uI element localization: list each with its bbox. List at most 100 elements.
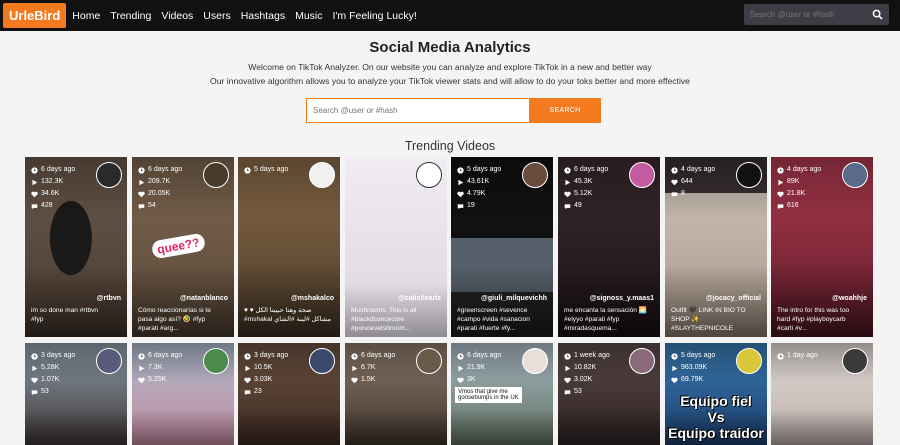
video-stats: 6 days ago 7.3K 5.25K: [138, 350, 182, 386]
author-avatar[interactable]: [736, 162, 762, 188]
video-card[interactable]: 6 days ago 6.7K 1.5K: [345, 343, 447, 445]
video-comment-count: 54: [148, 202, 156, 209]
nav-link-videos[interactable]: Videos: [161, 10, 193, 22]
author-avatar[interactable]: [629, 162, 655, 188]
author-avatar[interactable]: [416, 162, 442, 188]
video-stats: 6 days ago 132.3K 34.6K 428: [31, 164, 75, 212]
video-card[interactable]: 6 days ago 45.3K 5.12K 49 @signoss_y.maa…: [558, 157, 660, 337]
video-card[interactable]: 3 days ago 10.5K 3.03K 23: [238, 343, 340, 445]
video-play-count: 209.7K: [148, 178, 171, 185]
video-card[interactable]: 6 days ago 132.3K 34.6K 428 @rtbvn im so…: [25, 157, 127, 337]
nav-link-hashtags[interactable]: Hashtags: [241, 10, 285, 22]
clock-icon: [138, 352, 145, 360]
author-handle[interactable]: @calistleartz: [398, 295, 441, 302]
hero-search-input[interactable]: [306, 98, 529, 123]
video-stats: 1 week ago 10.82K 3.02K 53: [564, 350, 610, 398]
video-posted-time: 6 days ago: [148, 352, 183, 359]
author-avatar[interactable]: [522, 162, 548, 188]
nav-link-trending[interactable]: Trending: [110, 10, 151, 22]
video-play-count: 6.7K: [361, 364, 376, 371]
author-handle[interactable]: @woahhje: [832, 295, 867, 302]
author-avatar[interactable]: [309, 348, 335, 374]
author-avatar[interactable]: [842, 348, 868, 374]
clock-icon: [564, 166, 571, 174]
video-play-count: 963.09K: [681, 364, 708, 371]
author-handle[interactable]: @giuli_milquevichh: [481, 295, 547, 302]
video-stats: 1 day ago: [777, 350, 818, 362]
play-icon: [565, 365, 571, 371]
comment-icon: [671, 191, 678, 197]
heart-icon: [671, 179, 678, 185]
play-icon: [778, 179, 784, 185]
author-avatar[interactable]: [203, 162, 229, 188]
heart-icon: [671, 377, 678, 383]
author-avatar[interactable]: [416, 348, 442, 374]
video-card[interactable]: 5 days ago 43.61K 4.79K 19 @giuli_milque…: [451, 157, 553, 337]
video-posted-time: 6 days ago: [467, 352, 502, 359]
clock-icon: [671, 352, 678, 360]
video-card[interactable]: 4 days ago 644 8 @jocacy_official Outfit…: [665, 157, 767, 337]
heart-icon: [138, 191, 145, 197]
author-handle[interactable]: @mshakalco: [291, 295, 334, 302]
author-handle[interactable]: @jocacy_official: [706, 295, 761, 302]
heart-icon: [564, 191, 571, 197]
video-card[interactable]: 1 week ago 10.82K 3.02K 53: [558, 343, 660, 445]
video-like-count: 1.5K: [361, 376, 376, 383]
play-icon: [139, 179, 145, 185]
author-handle[interactable]: @natanblanco: [180, 295, 228, 302]
video-like-count: 5.25K: [148, 376, 167, 383]
video-description: me encanta la sensación 🌅 #elyyo #parati…: [564, 307, 647, 332]
video-stats: 6 days ago 45.3K 5.12K 49: [564, 164, 608, 212]
author-avatar[interactable]: [736, 348, 762, 374]
nav-link-feeling-lucky[interactable]: I'm Feeling Lucky!: [333, 10, 417, 22]
heart-icon: [564, 377, 571, 383]
video-card[interactable]: 1 day ago: [771, 343, 873, 445]
video-posted-time: 5 days ago: [681, 352, 716, 359]
video-description: im so done man #rtbvn #fyp: [31, 307, 99, 323]
clock-icon: [671, 166, 678, 174]
video-posted-time: 6 days ago: [574, 166, 609, 173]
author-avatar[interactable]: [96, 162, 122, 188]
author-avatar[interactable]: [629, 348, 655, 374]
video-card[interactable]: 4 days ago 89K 21.8K 616 @woahhje The in…: [771, 157, 873, 337]
video-play-count: 21.9K: [467, 364, 486, 371]
video-stats: 6 days ago 6.7K 1.5K: [351, 350, 395, 386]
video-stats: 4 days ago 644 8: [671, 164, 715, 200]
video-card[interactable]: 6 days ago 21.9K 3K Vmos that give me go…: [451, 343, 553, 445]
video-card[interactable]: 6 days ago 209.7K 20.05K 54 quee?? @nata…: [132, 157, 234, 337]
author-handle[interactable]: @rtbvn: [97, 295, 121, 302]
video-stats: 6 days ago 209.7K 20.05K 54: [138, 164, 182, 212]
clock-icon: [244, 352, 251, 360]
video-card[interactable]: 3 days ago 5.28K 1.07K 53: [25, 343, 127, 445]
search-icon[interactable]: [872, 9, 883, 20]
author-avatar[interactable]: [842, 162, 868, 188]
author-handle[interactable]: @signoss_y.maas1: [590, 295, 654, 302]
play-icon: [458, 179, 464, 185]
nav-link-users[interactable]: Users: [203, 10, 230, 22]
heart-icon: [244, 377, 251, 383]
video-card[interactable]: 5 days ago 963.09K 69.79K Equipo fiel Vs…: [665, 343, 767, 445]
video-play-count: 43.61K: [467, 178, 490, 185]
author-avatar[interactable]: [309, 162, 335, 188]
video-play-count: 45.3K: [574, 178, 593, 185]
comment-icon: [31, 389, 38, 395]
author-avatar[interactable]: [522, 348, 548, 374]
video-overlay-caption: Vmos that give me goosebumps in the UK: [455, 387, 522, 403]
play-icon: [672, 365, 678, 371]
video-stats: 5 days ago 963.09K 69.79K: [671, 350, 715, 386]
heart-icon: [31, 377, 38, 383]
play-icon: [245, 365, 251, 371]
play-icon: [565, 179, 571, 185]
author-avatar[interactable]: [96, 348, 122, 374]
site-logo[interactable]: UrleBird: [3, 3, 67, 28]
nav-link-music[interactable]: Music: [295, 10, 322, 22]
welcome-line-2: Our innovative algorithm allows you to a…: [210, 76, 690, 86]
comment-icon: [138, 203, 145, 209]
author-avatar[interactable]: [203, 348, 229, 374]
nav-search-input[interactable]: [744, 10, 864, 19]
nav-link-home[interactable]: Home: [72, 10, 100, 22]
video-card[interactable]: 6 days ago 7.3K 5.25K: [132, 343, 234, 445]
video-card[interactable]: 5 days ago @mshakalco ♥ ♥ صحة وهنا حبيبن…: [238, 157, 340, 337]
search-button[interactable]: SEARCH: [529, 98, 601, 123]
video-card[interactable]: @calistleartz Mushrooms. This is all #bl…: [345, 157, 447, 337]
